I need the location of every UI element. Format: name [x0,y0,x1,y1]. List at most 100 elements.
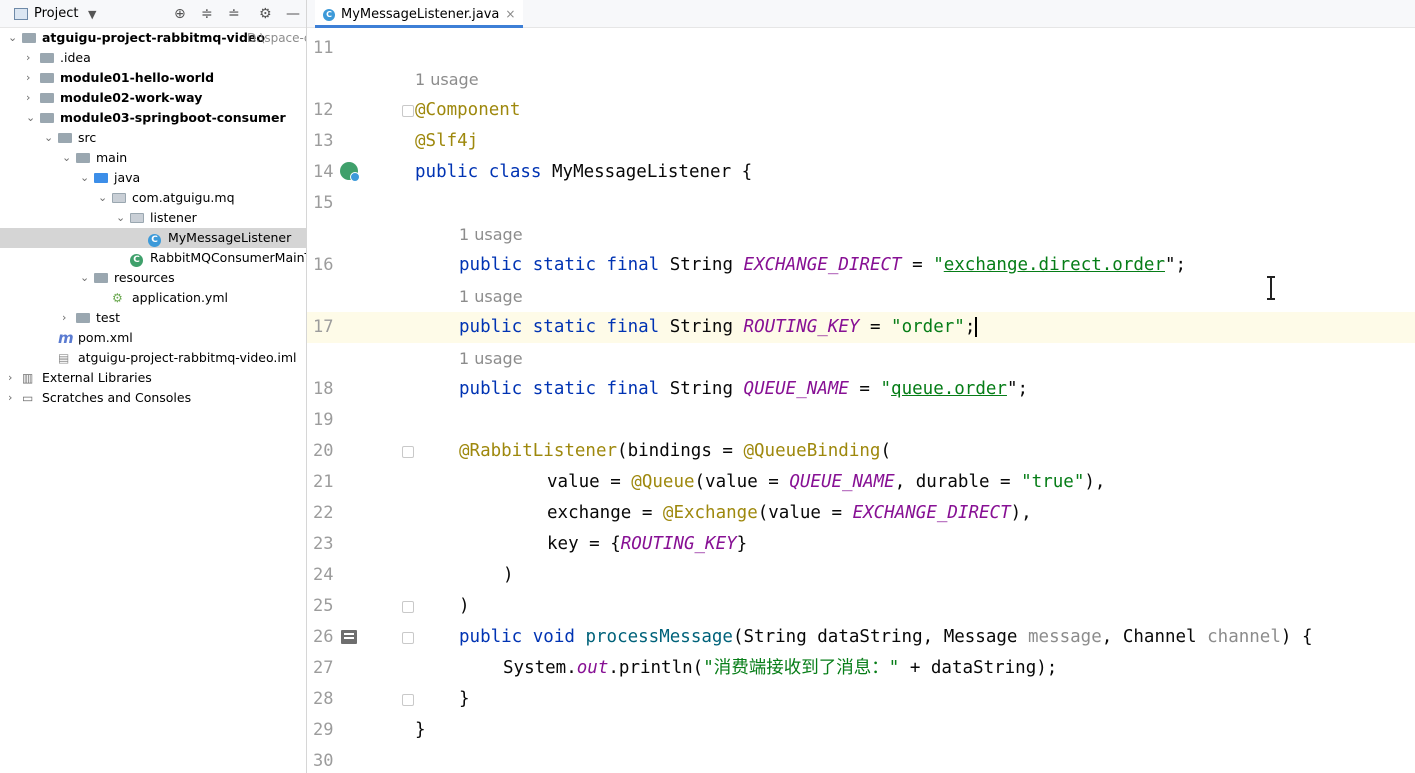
tree-item-label: resources [114,270,175,285]
line-number: 20 [313,441,334,461]
spring-bean-gutter-icon[interactable] [340,162,360,182]
tree-item[interactable]: ⌄ resources [0,268,306,288]
tree-item-label: Scratches and Consoles [42,390,192,405]
tree-item[interactable]: › test [0,308,306,328]
yml-file-icon: ⚙ [112,291,123,305]
field-queue-name: public static final String QUEUE_NAME = … [459,379,1029,399]
chevron-down-icon[interactable]: ⌄ [26,108,36,128]
tree-item-label: module01-hello-world [60,70,215,85]
chevron-right-icon[interactable]: › [8,368,18,388]
project-panel-title[interactable]: Project [34,6,78,21]
tree-item[interactable]: › ▥ External Libraries [0,368,306,388]
tree-item-path-hint: D:\space-c [247,31,307,45]
tree-item-label: module03-springboot-consumer [60,110,286,125]
usage-hint[interactable]: 1 usage [459,343,523,374]
fold-marker-icon[interactable] [402,446,414,458]
package-icon [130,208,144,229]
project-panel-header: Project ▼ ⊕ ≑ ≐ ⚙ — [0,0,306,28]
fold-marker-icon[interactable] [402,601,414,613]
tree-item-label: .idea [60,50,91,65]
tree-item[interactable]: › module02-work-way [0,88,306,109]
tree-item-label: test [96,310,121,325]
tree-item[interactable]: ⌄ listener [0,208,306,229]
tree-item[interactable]: C MyMessageListener [0,228,306,248]
usage-hint[interactable]: 1 usage [459,219,523,250]
fold-marker-icon[interactable] [402,694,414,706]
expand-all-icon[interactable]: ≑ [201,4,213,24]
chevron-down-icon[interactable]: ⌄ [98,188,108,208]
chevron-down-icon[interactable]: ⌄ [8,28,18,48]
tree-item-label: main [96,150,128,165]
folder-icon [76,148,90,169]
tree-item[interactable]: ▤ atguigu-project-rabbitmq-video.iml [0,348,306,368]
folder-icon [58,128,72,149]
chevron-down-icon[interactable]: ⌄ [44,128,54,148]
project-view-icon [14,8,28,20]
chevron-right-icon[interactable]: › [8,388,18,408]
line-number: 22 [313,503,334,523]
locate-file-icon[interactable]: ⊕ [174,4,186,24]
tree-item[interactable]: ⚙ application.yml [0,288,306,308]
mouse-ibeam-cursor-icon [1267,276,1275,300]
usage-hint-line: 1 usage [307,281,1415,312]
close-paren: ) [459,596,470,616]
chevron-down-icon[interactable]: ⌄ [62,148,72,168]
tree-item[interactable]: › .idea [0,48,306,68]
tree-item[interactable]: ⌄ main [0,148,306,169]
folder-icon [22,28,36,49]
field-exchange-direct: public static final String EXCHANGE_DIRE… [459,255,1187,275]
usage-hint[interactable]: 1 usage [415,64,479,95]
line-number: 21 [313,472,334,492]
folder-icon [40,88,54,109]
tree-item[interactable]: C RabbitMQConsumerMainT [0,248,306,268]
chevron-right-icon[interactable]: › [62,308,72,328]
fold-marker-icon[interactable] [402,105,414,117]
chevron-right-icon[interactable]: › [26,88,36,108]
tree-item[interactable]: ⌄ atguigu-project-rabbitmq-video D:\space-… [0,28,307,49]
line-number: 23 [313,534,334,554]
editor-tab-bar: C MyMessageListener.java × [307,0,1415,28]
println-statement: System.out.println("消费端接收到了消息：" + dataSt… [503,658,1058,678]
collapse-all-icon[interactable]: ≐ [228,4,240,24]
code-editor[interactable]: 11 1 usage 12 @Component 13 @Slf4j 14 pu… [307,28,1415,773]
tree-item[interactable]: › module01-hello-world [0,68,306,88]
tree-item[interactable]: m pom.xml [0,328,306,348]
tab-mymessagelistener[interactable]: C MyMessageListener.java × [315,0,524,28]
tree-item-label: module02-work-way [60,90,203,105]
tree-item[interactable]: ⌄ java [0,168,306,188]
view-dropdown-icon[interactable]: ▼ [88,5,96,25]
run-configuration-gutter-icon[interactable] [341,630,357,644]
code-line-28: 28 } [307,684,1415,715]
code-line-12: 12 @Component [307,95,1415,126]
code-line-21: 21 value = @Queue(value = QUEUE_NAME, du… [307,467,1415,498]
chevron-right-icon[interactable]: › [26,68,36,88]
line-number: 11 [313,38,334,58]
line-number: 29 [313,720,334,740]
usage-hint-line: 1 usage [307,219,1415,250]
tree-item[interactable]: › ▭ Scratches and Consoles [0,388,306,408]
libraries-icon: ▥ [22,371,34,385]
tree-item[interactable]: ⌄ com.atguigu.mq [0,188,306,208]
tree-item-label: java [114,170,141,185]
hide-panel-icon[interactable]: — [286,4,300,24]
chevron-down-icon[interactable]: ⌄ [80,268,90,288]
method-declaration: public void processMessage(String dataSt… [459,627,1313,647]
usage-hint[interactable]: 1 usage [459,281,523,312]
code-line-20: 20 @RabbitListener(bindings = @QueueBind… [307,436,1415,467]
tab-close-icon[interactable]: × [505,7,515,21]
tree-item[interactable]: ⌄ module03-springboot-consumer [0,108,306,128]
chevron-down-icon[interactable]: ⌄ [116,208,126,228]
code-line-23: 23 key = {ROUTING_KEY} [307,529,1415,560]
annotation-slf4j: @Slf4j [415,131,479,151]
close-brace: } [415,720,426,740]
binding-exchange: exchange = @Exchange(value = EXCHANGE_DI… [547,503,1032,523]
text-caret [975,317,978,337]
settings-gear-icon[interactable]: ⚙ [259,4,272,24]
chevron-right-icon[interactable]: › [26,48,36,68]
tree-item[interactable]: ⌄ src [0,128,306,149]
usage-hint-line: 1 usage [307,64,1415,95]
chevron-down-icon[interactable]: ⌄ [80,168,90,188]
line-number: 12 [313,100,334,120]
tree-item-label: MyMessageListener [168,230,292,245]
fold-marker-icon[interactable] [402,632,414,644]
